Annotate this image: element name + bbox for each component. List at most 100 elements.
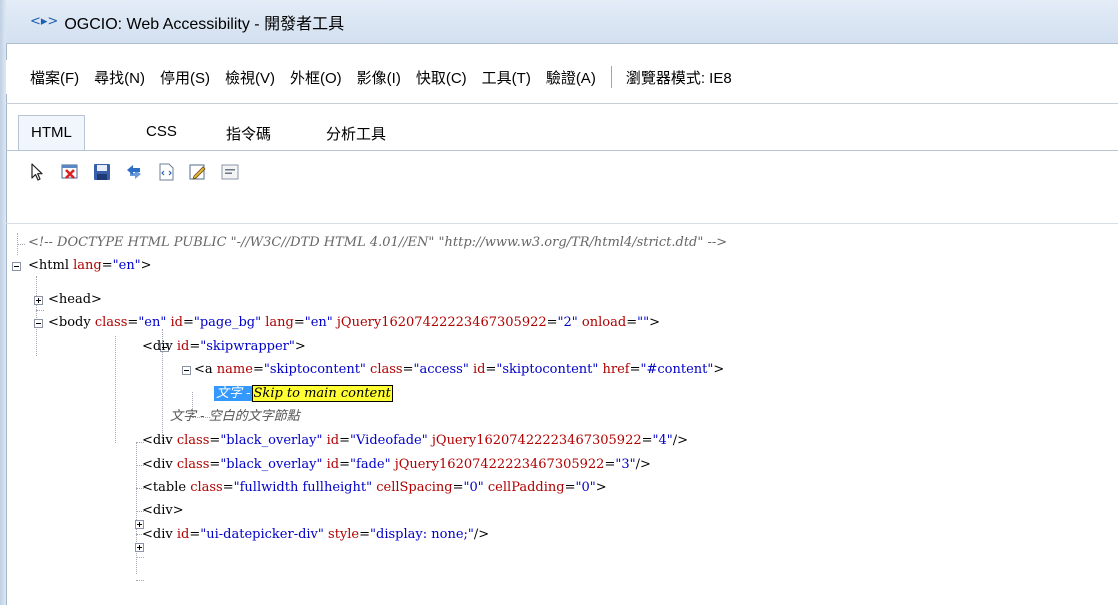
- tree-row-a-skiptocontent[interactable]: <a name="skiptocontent" class="access" i…: [194, 359, 724, 381]
- menu-file[interactable]: 檔案(F): [24, 67, 85, 88]
- expand-toggle[interactable]: [34, 296, 43, 305]
- attr-name: style: [328, 527, 360, 542]
- attr-name: class: [190, 480, 223, 495]
- attr-value: "0": [575, 480, 596, 495]
- attr-value: "": [637, 315, 650, 330]
- attr-name: name: [216, 362, 253, 377]
- attr-value: "0": [463, 480, 484, 495]
- tab-html[interactable]: HTML: [18, 115, 85, 151]
- tree-row-div-videofade[interactable]: <div class="black_overlay" id="Videofade…: [142, 430, 688, 452]
- tag-name: <div>: [142, 503, 184, 518]
- attr-name: cellPadding: [487, 480, 565, 495]
- tree-row-div-datepicker[interactable]: <div id="ui-datepicker-div" style="displ…: [142, 524, 489, 546]
- developer-tools-window: <▸> OGCIO: Web Accessibility - 開發者工具 檔案(…: [0, 0, 1118, 605]
- tag-close: >: [649, 315, 660, 330]
- text-node-label: 文字 - 空白的文字節點: [170, 409, 300, 424]
- menu-divider: [6, 103, 1118, 104]
- attr-value: "access": [413, 362, 469, 377]
- attr-name: id: [170, 315, 183, 330]
- attr-name: jQuery16207422223467305922: [431, 433, 642, 448]
- attr-value: "display: none;": [370, 527, 474, 542]
- tree-row-text-whitespace[interactable]: 文字 - 空白的文字節點: [170, 406, 300, 428]
- attr-name: id: [472, 362, 486, 377]
- menu-tools[interactable]: 工具(T): [476, 67, 537, 88]
- tab-css[interactable]: CSS: [146, 123, 177, 140]
- text-node-value[interactable]: Skip to main content: [251, 385, 393, 402]
- attr-value: "skiptocontent": [263, 362, 366, 377]
- menu-browser-mode[interactable]: 瀏覽器模式: IE8: [620, 67, 738, 88]
- attr-value: "en": [138, 315, 167, 330]
- tree-line: [36, 310, 44, 311]
- collapse-toggle[interactable]: [34, 319, 43, 328]
- tab-divider: [6, 150, 1118, 151]
- menu-cache[interactable]: 快取(C): [410, 67, 473, 88]
- attr-value: "fade": [350, 457, 391, 472]
- window-title: OGCIO: Web Accessibility - 開發者工具: [64, 15, 345, 33]
- tag-close: >: [713, 362, 725, 377]
- attr-name: class: [176, 457, 210, 472]
- attr-value: "en": [304, 315, 333, 330]
- view-source-icon[interactable]: [154, 161, 178, 183]
- tab-profiler[interactable]: 分析工具: [326, 123, 386, 144]
- tag-close: >: [595, 480, 607, 495]
- tag-name: <a: [194, 362, 213, 377]
- clear-browser-cache-icon[interactable]: [58, 161, 82, 183]
- attr-value: "4": [652, 433, 673, 448]
- tree-line: [115, 336, 116, 443]
- menu-disable[interactable]: 停用(S): [154, 67, 216, 88]
- refresh-icon[interactable]: [122, 161, 146, 183]
- tree-row-text-selected[interactable]: 文字 - Skip to main content: [214, 383, 393, 405]
- select-element-icon[interactable]: [26, 161, 50, 183]
- attr-name: id: [326, 433, 340, 448]
- tree-row-div[interactable]: <div>: [142, 500, 184, 522]
- html-toolbar: [6, 157, 1118, 187]
- menu-separator: [610, 66, 612, 88]
- attr-name: href: [602, 362, 630, 377]
- tree-line: [36, 276, 37, 356]
- save-icon[interactable]: [90, 161, 114, 183]
- title-bar[interactable]: <▸> OGCIO: Web Accessibility - 開發者工具: [6, 0, 1118, 44]
- menu-images[interactable]: 影像(I): [351, 67, 407, 88]
- attr-name: lang: [265, 315, 294, 330]
- collapse-toggle[interactable]: [12, 262, 21, 271]
- edit-icon[interactable]: [186, 161, 210, 183]
- tree-row-table[interactable]: <table class="fullwidth fullheight" cell…: [142, 477, 607, 499]
- attr-name: class: [94, 315, 128, 330]
- tree-line: [17, 244, 25, 245]
- tree-row-head[interactable]: <head>: [48, 289, 102, 311]
- menu-validate[interactable]: 驗證(A): [540, 67, 602, 88]
- word-wrap-icon[interactable]: [218, 161, 242, 183]
- attr-value: "3": [615, 457, 636, 472]
- tree-row-doctype[interactable]: <!-- DOCTYPE HTML PUBLIC "-//W3C//DTD HT…: [28, 232, 727, 254]
- menu-outline[interactable]: 外框(O): [284, 67, 348, 88]
- attr-name: cellSpacing: [376, 480, 453, 495]
- menu-view[interactable]: 檢視(V): [219, 67, 281, 88]
- attr-name: id: [176, 339, 190, 354]
- tree-row-body[interactable]: <body class="en" id="page_bg" lang="en" …: [48, 312, 660, 334]
- tag-name: <div: [142, 339, 173, 354]
- attr-value: "black_overlay": [220, 457, 323, 472]
- tag-close: />: [672, 433, 689, 448]
- attr-name: jQuery16207422223467305922: [394, 457, 605, 472]
- attr-value: "fullwidth fullheight": [233, 480, 373, 495]
- tree-row-html[interactable]: <html lang="en">: [28, 255, 152, 277]
- tree-line: [136, 557, 144, 558]
- attr-value: "page_bg": [193, 315, 262, 330]
- tree-row-div-skipwrapper[interactable]: <div id="skipwrapper">: [142, 336, 306, 358]
- tab-script[interactable]: 指令碼: [226, 123, 271, 144]
- attr-name: id: [176, 527, 190, 542]
- dom-tree[interactable]: <!-- DOCTYPE HTML PUBLIC "-//W3C//DTD HT…: [12, 228, 1112, 598]
- text-node-label: 文字 -: [214, 386, 253, 401]
- menu-find[interactable]: 尋找(N): [88, 67, 151, 88]
- attr-value: "ui-datepicker-div": [200, 527, 324, 542]
- tag-close: >: [140, 258, 152, 273]
- attr-name: jQuery16207422223467305922: [336, 315, 547, 330]
- toolbar-divider: [6, 223, 1118, 224]
- tree-row-div-fade[interactable]: <div class="black_overlay" id="fade" jQu…: [142, 454, 651, 476]
- attr-value: "skipwrapper": [200, 339, 295, 354]
- tree-line: [136, 580, 144, 581]
- tag-name: <body: [48, 315, 91, 330]
- attr-name: lang: [73, 258, 102, 273]
- tree-line: [136, 442, 137, 574]
- collapse-toggle[interactable]: [182, 366, 191, 375]
